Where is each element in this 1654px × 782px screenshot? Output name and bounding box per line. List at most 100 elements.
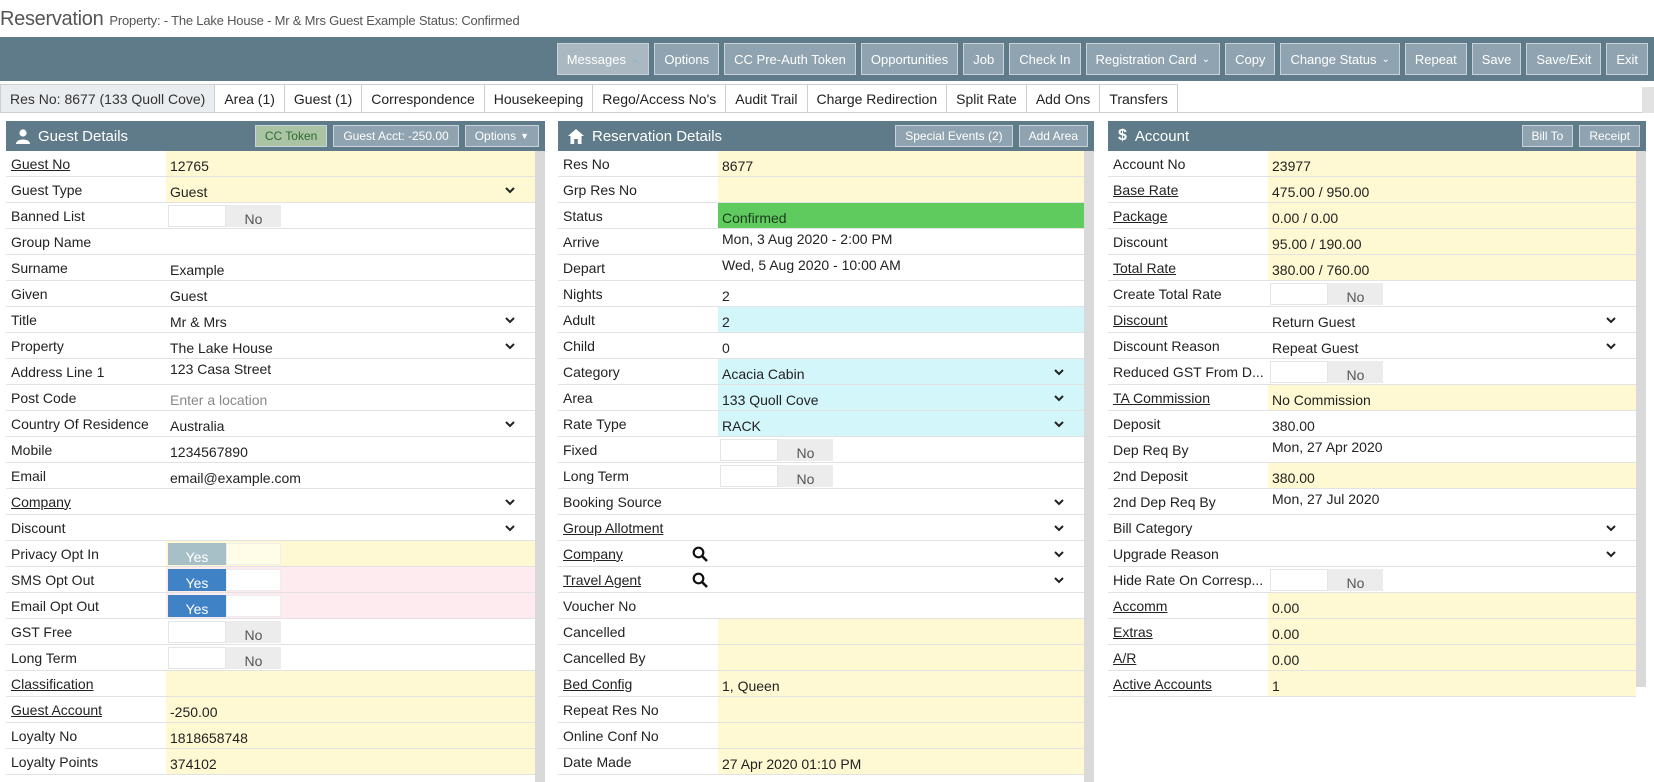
- account-value-reduced-gst-from-d[interactable]: No: [1268, 359, 1636, 384]
- toggle-switch[interactable]: No: [168, 205, 281, 227]
- toggle-switch[interactable]: No: [168, 647, 281, 669]
- chevron-down-icon[interactable]: [1052, 495, 1066, 509]
- reservation-value-booking-source[interactable]: [718, 489, 1084, 514]
- messages-button[interactable]: Messages ⌄: [556, 43, 650, 75]
- chevron-down-icon[interactable]: [1604, 547, 1618, 561]
- account-value-discount[interactable]: Return Guest: [1268, 307, 1636, 332]
- account-value-upgrade-reason[interactable]: [1268, 541, 1636, 566]
- chevron-down-icon[interactable]: [503, 417, 517, 431]
- account-label-discount[interactable]: Discount: [1108, 307, 1268, 332]
- tab-add-ons[interactable]: Add Ons: [1025, 84, 1101, 112]
- toggle-switch[interactable]: No: [168, 621, 281, 643]
- reservation-value-voucher-no[interactable]: [718, 593, 1084, 618]
- guest-value-property[interactable]: The Lake House: [166, 333, 535, 358]
- guest-options-button[interactable]: Options ▼: [464, 125, 539, 147]
- save-exit-button[interactable]: Save/Exit: [1526, 43, 1602, 75]
- reservation-value-long-term[interactable]: No: [718, 463, 1084, 488]
- account-value-discount[interactable]: 95.00 / 190.00: [1268, 229, 1636, 254]
- guest-value-given[interactable]: Guest: [166, 281, 535, 306]
- guest-label-guest-account[interactable]: Guest Account: [6, 697, 166, 722]
- account-scrollbar[interactable]: [1636, 151, 1646, 687]
- guest-value-group-name[interactable]: [166, 229, 535, 254]
- toggle-switch[interactable]: Yes: [168, 543, 281, 565]
- account-value-2nd-dep-req-by[interactable]: Mon, 27 Jul 2020: [1268, 489, 1636, 514]
- reservation-value-child[interactable]: 0: [718, 333, 1084, 358]
- guest-value-gst-free[interactable]: No: [166, 619, 535, 644]
- tab-housekeeping[interactable]: Housekeeping: [483, 84, 594, 112]
- tab-guest-1[interactable]: Guest (1): [283, 84, 363, 112]
- tabs-scrollbar[interactable]: [1642, 87, 1654, 113]
- guest-value-post-code[interactable]: Enter a location: [166, 385, 535, 410]
- options-button[interactable]: Options: [654, 43, 720, 75]
- save-button[interactable]: Save: [1471, 43, 1522, 75]
- reservation-value-category[interactable]: Acacia Cabin: [718, 359, 1084, 384]
- repeat-button[interactable]: Repeat: [1404, 43, 1467, 75]
- account-label-active-accounts[interactable]: Active Accounts: [1108, 671, 1268, 696]
- account-value-deposit[interactable]: 380.00: [1268, 411, 1636, 436]
- toggle-switch[interactable]: Yes: [168, 595, 281, 617]
- account-value-extras[interactable]: 0.00: [1268, 619, 1636, 644]
- cc-token-button[interactable]: CC Token: [254, 125, 328, 147]
- guest-value-long-term[interactable]: No: [166, 645, 535, 670]
- chevron-down-icon[interactable]: [503, 521, 517, 535]
- tab-charge-redirection[interactable]: Charge Redirection: [806, 84, 948, 112]
- toggle-switch[interactable]: No: [1270, 569, 1383, 591]
- guest-value-guest-type[interactable]: Guest: [166, 177, 535, 202]
- guest-value-country-of-residence[interactable]: Australia: [166, 411, 535, 436]
- chevron-down-icon[interactable]: [1052, 547, 1066, 561]
- tab-transfers[interactable]: Transfers: [1099, 84, 1178, 112]
- toggle-switch[interactable]: No: [1270, 283, 1383, 305]
- guest-value-address-line-1[interactable]: 123 Casa Street: [166, 359, 535, 384]
- guest-value-email[interactable]: email@example.com: [166, 463, 535, 488]
- account-value-bill-category[interactable]: [1268, 515, 1636, 540]
- reservation-value-company[interactable]: [718, 541, 1084, 566]
- account-label-package[interactable]: Package: [1108, 203, 1268, 228]
- guest-value-email-opt-out[interactable]: Yes: [166, 593, 535, 618]
- account-label-ta-commission[interactable]: TA Commission: [1108, 385, 1268, 410]
- reservation-value-depart[interactable]: Wed, 5 Aug 2020 - 10:00 AM: [718, 255, 1084, 280]
- chevron-down-icon[interactable]: [503, 495, 517, 509]
- account-value-package[interactable]: 0.00 / 0.00: [1268, 203, 1636, 228]
- account-value-2nd-deposit[interactable]: 380.00: [1268, 463, 1636, 488]
- reservation-value-repeat-res-no[interactable]: [718, 697, 1084, 722]
- guest-label-company[interactable]: Company: [6, 489, 166, 514]
- reservation-value-fixed[interactable]: No: [718, 437, 1084, 462]
- account-label-extras[interactable]: Extras: [1108, 619, 1268, 644]
- reservation-label-group-allotment[interactable]: Group Allotment: [558, 515, 718, 540]
- receipt-button[interactable]: Receipt: [1579, 125, 1640, 147]
- exit-button[interactable]: Exit: [1606, 43, 1648, 75]
- chevron-down-icon[interactable]: [1052, 521, 1066, 535]
- tab-audit-trail[interactable]: Audit Trail: [725, 84, 808, 112]
- guest-label-guest-no[interactable]: Guest No: [6, 151, 166, 176]
- account-label-base-rate[interactable]: Base Rate: [1108, 177, 1268, 202]
- toggle-switch[interactable]: Yes: [168, 569, 281, 591]
- guest-value-loyalty-no[interactable]: 1818658748: [166, 723, 535, 748]
- account-value-accomm[interactable]: 0.00: [1268, 593, 1636, 618]
- reservation-value-rate-type[interactable]: RACK: [718, 411, 1084, 436]
- reservation-value-nights[interactable]: 2: [718, 281, 1084, 306]
- reservation-value-area[interactable]: 133 Quoll Cove: [718, 385, 1084, 410]
- guest-value-discount[interactable]: [166, 515, 535, 540]
- account-value-active-accounts[interactable]: 1: [1268, 671, 1636, 696]
- guest-value-loyalty-points[interactable]: 374102: [166, 749, 535, 774]
- reservation-value-adult[interactable]: 2: [718, 307, 1084, 332]
- chevron-down-icon[interactable]: [1052, 573, 1066, 587]
- reservation-value-res-no[interactable]: 8677: [718, 151, 1084, 176]
- reservation-value-group-allotment[interactable]: [718, 515, 1084, 540]
- reservation-value-cancelled[interactable]: [718, 619, 1084, 644]
- guest-value-guest-no[interactable]: 12765: [166, 151, 535, 176]
- account-value-account-no[interactable]: 23977: [1268, 151, 1636, 176]
- guest-account-button[interactable]: Guest Acct: -250.00: [333, 125, 459, 147]
- guest-value-banned-list[interactable]: No: [166, 203, 535, 228]
- chevron-down-icon[interactable]: [1604, 521, 1618, 535]
- reservation-value-date-made[interactable]: 27 Apr 2020 01:10 PM: [718, 749, 1084, 774]
- search-icon[interactable]: [692, 546, 708, 562]
- toggle-switch[interactable]: No: [720, 439, 833, 461]
- guest-value-mobile[interactable]: 1234567890: [166, 437, 535, 462]
- reservation-value-travel-agent[interactable]: [718, 567, 1084, 592]
- account-label-a-r[interactable]: A/R: [1108, 645, 1268, 670]
- reservation-value-arrive[interactable]: Mon, 3 Aug 2020 - 2:00 PM: [718, 229, 1084, 254]
- guest-value-classification[interactable]: [166, 671, 535, 696]
- cc-pre-auth-token-button[interactable]: CC Pre-Auth Token: [724, 43, 856, 75]
- reservation-value-online-conf-no[interactable]: [718, 723, 1084, 748]
